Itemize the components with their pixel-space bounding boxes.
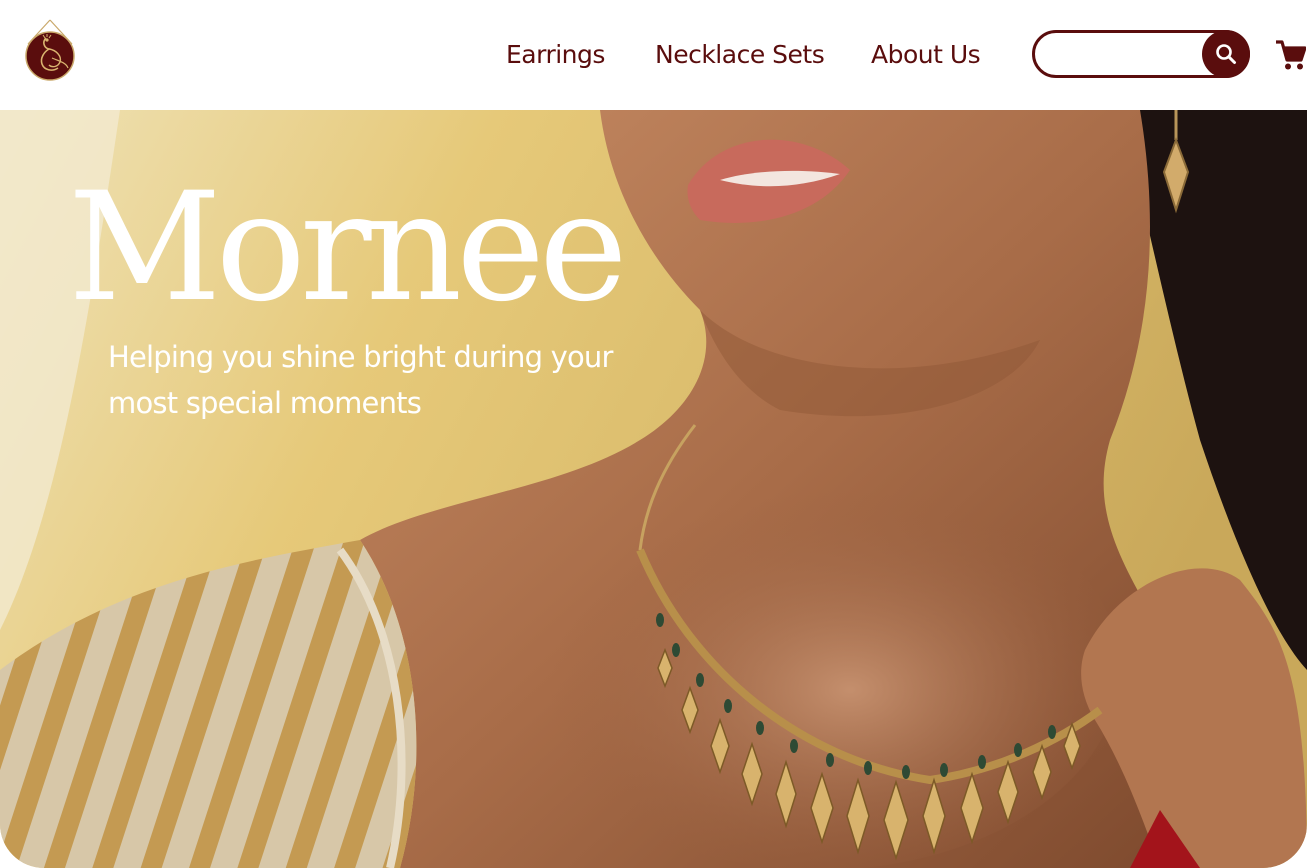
- page: Earrings Necklace Sets About Us Mornee H…: [0, 0, 1307, 868]
- search-button[interactable]: [1202, 30, 1250, 78]
- site-header: Earrings Necklace Sets About Us: [0, 0, 1307, 110]
- brand-title: Mornee: [68, 161, 628, 335]
- cart-button[interactable]: [1274, 38, 1307, 72]
- search-box: [1032, 30, 1250, 78]
- nav-link-necklace-sets[interactable]: Necklace Sets: [655, 40, 825, 69]
- hero-tagline: Helping you shine bright during your mos…: [108, 340, 613, 420]
- peacock-logo-icon: [25, 19, 75, 81]
- nav-item-earrings: Earrings: [506, 34, 605, 74]
- nav-item-necklace-sets: Necklace Sets: [655, 34, 825, 74]
- cart-icon: [1276, 40, 1307, 70]
- nav-link-about-us[interactable]: About Us: [871, 40, 981, 69]
- logo[interactable]: [22, 18, 78, 84]
- hero-banner: Mornee Helping you shine bright during y…: [0, 110, 1307, 868]
- search-input[interactable]: [1047, 39, 1207, 69]
- search-icon: [1216, 44, 1236, 64]
- nav-link-earrings[interactable]: Earrings: [506, 40, 605, 69]
- nav-item-about-us: About Us: [871, 34, 981, 74]
